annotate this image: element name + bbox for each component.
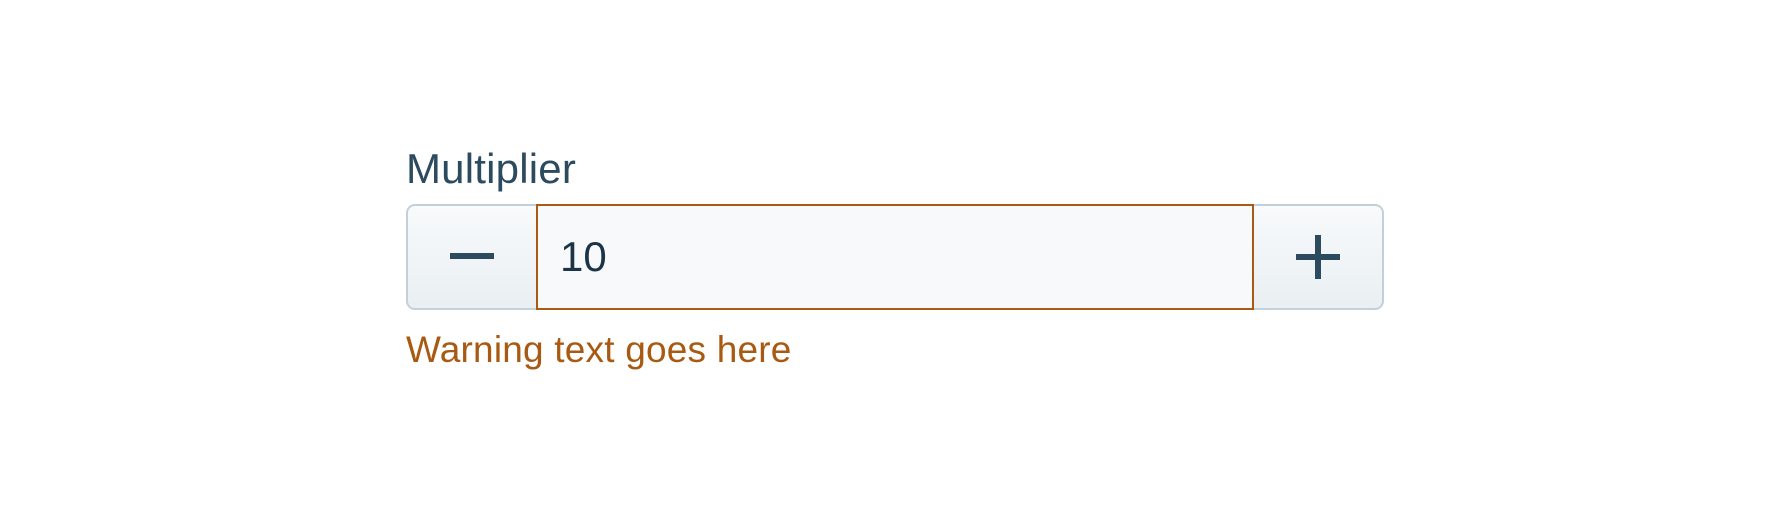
increment-button[interactable]	[1254, 206, 1382, 308]
multiplier-input[interactable]	[538, 206, 1252, 308]
multiplier-field: Multiplier Warning text goes here	[406, 144, 1384, 372]
warning-text: Warning text goes here	[406, 329, 792, 370]
decrement-button[interactable]	[408, 206, 536, 308]
minus-icon	[450, 253, 494, 261]
field-label: Multiplier	[406, 145, 577, 192]
quantity-stepper	[406, 204, 1384, 310]
plus-icon	[1296, 235, 1340, 279]
value-input-wrapper	[536, 204, 1254, 310]
